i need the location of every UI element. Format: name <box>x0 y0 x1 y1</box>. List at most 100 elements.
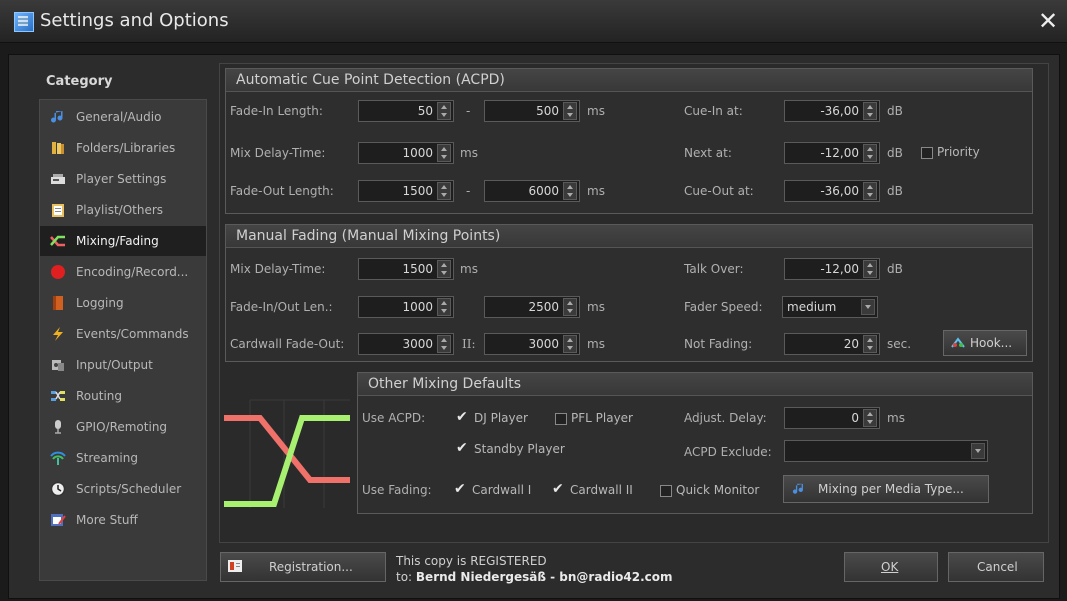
checkmark-icon: ✔ <box>456 409 468 425</box>
use-acpd-label: Use ACPD: <box>362 411 426 425</box>
ms-unit: ms <box>887 411 905 425</box>
db-unit: dB <box>887 146 903 160</box>
certificate-icon <box>228 560 242 572</box>
registration-button[interactable]: Registration... <box>220 552 386 582</box>
spin-arrows-icon[interactable] <box>437 260 451 278</box>
log-book-icon <box>53 296 63 310</box>
ms-unit: ms <box>587 337 605 351</box>
checkmark-icon: ✔ <box>454 481 466 497</box>
next-at-label: Next at: <box>684 146 732 160</box>
music-note-icon <box>792 483 803 494</box>
range-dash: - <box>466 184 471 198</box>
fadein-length-label: Fade-In Length: <box>230 104 323 118</box>
db-unit: dB <box>887 184 903 198</box>
db-unit: dB <box>887 104 903 118</box>
acpd-group: Automatic Cue Point Detection (ACPD) <box>225 68 1033 214</box>
fader-speed-select[interactable]: medium <box>782 296 878 318</box>
spin-arrows-icon[interactable] <box>863 182 877 200</box>
record-icon <box>51 265 65 279</box>
range-dash: - <box>466 104 471 118</box>
spin-arrows-icon[interactable] <box>563 182 577 200</box>
cue-out-stepper[interactable]: -36,00 <box>784 180 880 202</box>
player-device-icon <box>51 174 65 184</box>
sidebar-item-routing[interactable]: Routing <box>40 381 206 411</box>
fadeout-length-from-stepper[interactable]: 1500 <box>358 180 454 202</box>
checkmark-icon: ✔ <box>456 440 468 456</box>
ok-button[interactable]: OK <box>844 552 938 582</box>
sidebar-item-logging[interactable]: Logging <box>40 288 206 318</box>
cancel-button[interactable]: Cancel <box>948 552 1044 582</box>
fade-out-len-stepper[interactable]: 2500 <box>484 296 580 318</box>
not-fading-stepper[interactable]: 20 <box>784 333 880 355</box>
sidebar-item-mixing-fading[interactable]: Mixing/Fading <box>40 226 206 256</box>
category-list: General/Audio Folders/Libraries Player S… <box>39 99 207 581</box>
ms-unit: ms <box>587 184 605 198</box>
cue-in-stepper[interactable]: -36,00 <box>784 100 880 122</box>
use-fading-label: Use Fading: <box>362 483 432 497</box>
spin-arrows-icon[interactable] <box>437 102 451 120</box>
fadein-length-from-stepper[interactable]: 50 <box>358 100 454 122</box>
sidebar-item-scripts-scheduler[interactable]: Scripts/Scheduler <box>40 474 206 504</box>
acpd-exclude-label: ACPD Exclude: <box>684 445 772 459</box>
sidebar-item-encoding-record[interactable]: Encoding/Record... <box>40 257 206 287</box>
spin-arrows-icon[interactable] <box>863 144 877 162</box>
spin-arrows-icon[interactable] <box>437 182 451 200</box>
manual-mix-delay-stepper[interactable]: 1500 <box>358 258 454 280</box>
sidebar-item-player-settings[interactable]: Player Settings <box>40 164 206 194</box>
spin-arrows-icon[interactable] <box>863 260 877 278</box>
cardwall-ii-fadeout-stepper[interactable]: 3000 <box>484 333 580 355</box>
broadcast-icon <box>50 451 66 465</box>
sidebar-item-general-audio[interactable]: General/Audio <box>40 102 206 132</box>
edit-window-icon <box>51 514 66 526</box>
spin-arrows-icon[interactable] <box>563 102 577 120</box>
talk-over-stepper[interactable]: -12,00 <box>784 258 880 280</box>
acpd-exclude-select[interactable] <box>784 440 988 462</box>
spin-arrows-icon[interactable] <box>563 335 577 353</box>
fadein-length-to-stepper[interactable]: 500 <box>484 100 580 122</box>
fadeout-length-to-stepper[interactable]: 6000 <box>484 180 580 202</box>
manual-fading-group: Manual Fading (Manual Mixing Points) <box>225 224 1033 362</box>
microphone-icon <box>55 420 61 434</box>
cardwall-fadeout-label: Cardwall Fade-Out: <box>230 337 345 351</box>
clock-icon <box>50 481 66 497</box>
sidebar-item-playlist-others[interactable]: Playlist/Others <box>40 195 206 225</box>
mix-delay-label: Mix Delay-Time: <box>230 146 326 160</box>
checkmark-icon: ✔ <box>552 481 564 497</box>
sidebar-item-folders-libraries[interactable]: Folders/Libraries <box>40 133 206 163</box>
chevron-down-icon[interactable] <box>971 443 985 459</box>
window-title: Settings and Options <box>40 10 229 31</box>
adjust-delay-stepper[interactable]: 0 <box>784 407 880 429</box>
sidebar-item-input-output[interactable]: Input/Output <box>40 350 206 380</box>
spin-arrows-icon[interactable] <box>563 298 577 316</box>
hook-button[interactable]: Hook... <box>943 330 1027 356</box>
adjust-delay-label: Adjust. Delay: <box>684 411 767 425</box>
sidebar-item-more-stuff[interactable]: More Stuff <box>40 505 206 535</box>
cardwall-i-fadeout-stepper[interactable]: 3000 <box>358 333 454 355</box>
ms-unit: ms <box>460 262 478 276</box>
spin-arrows-icon[interactable] <box>863 335 877 353</box>
spin-arrows-icon[interactable] <box>863 409 877 427</box>
spin-arrows-icon[interactable] <box>863 102 877 120</box>
spin-arrows-icon[interactable] <box>437 144 451 162</box>
mixing-per-media-type-button[interactable]: Mixing per Media Type... <box>783 475 989 503</box>
fade-in-out-len-label: Fade-In/Out Len.: <box>230 300 333 314</box>
ms-unit: ms <box>587 300 605 314</box>
crossfade-icon <box>50 235 65 247</box>
acpd-group-title: Automatic Cue Point Detection (ACPD) <box>236 72 505 88</box>
next-at-stepper[interactable]: -12,00 <box>784 142 880 164</box>
registration-owner: to: Bernd Niedergesäß - bn@radio42.com <box>396 570 673 584</box>
registration-status: This copy is REGISTERED <box>396 554 547 568</box>
mix-delay-stepper[interactable]: 1000 <box>358 142 454 164</box>
category-heading: Category <box>46 74 113 89</box>
spin-arrows-icon[interactable] <box>437 298 451 316</box>
sidebar-item-gpio-remoting[interactable]: GPIO/Remoting <box>40 412 206 442</box>
routing-icon <box>51 391 65 401</box>
sidebar-item-events-commands[interactable]: Events/Commands <box>40 319 206 349</box>
registered-user: Bernd Niedergesäß - bn@radio42.com <box>415 570 673 584</box>
spin-arrows-icon[interactable] <box>437 335 451 353</box>
ms-unit: ms <box>460 146 478 160</box>
close-button[interactable]: ✕ <box>1038 7 1058 35</box>
chevron-down-icon[interactable] <box>861 299 875 315</box>
sidebar-item-streaming[interactable]: Streaming <box>40 443 206 473</box>
fade-in-len-stepper[interactable]: 1000 <box>358 296 454 318</box>
